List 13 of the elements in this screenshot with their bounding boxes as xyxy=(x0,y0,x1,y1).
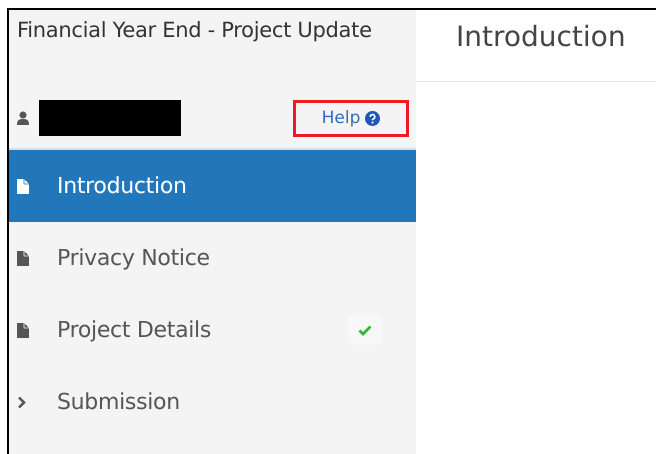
nav-item[interactable]: Privacy Notice xyxy=(9,222,416,294)
nav-item[interactable]: Introduction xyxy=(9,150,416,222)
document-icon xyxy=(17,250,29,266)
chevron-right-icon xyxy=(17,396,27,408)
nav-item[interactable]: Project Details xyxy=(9,294,416,366)
user-icon xyxy=(17,111,29,125)
page-heading: Introduction xyxy=(416,10,656,82)
help-icon xyxy=(365,110,380,126)
document-icon xyxy=(17,322,29,338)
nav-item[interactable]: Submission xyxy=(9,366,416,438)
document-icon xyxy=(17,178,29,194)
survey-title: Financial Year End - Project Update xyxy=(16,17,373,44)
help-link[interactable]: Help xyxy=(322,108,380,128)
